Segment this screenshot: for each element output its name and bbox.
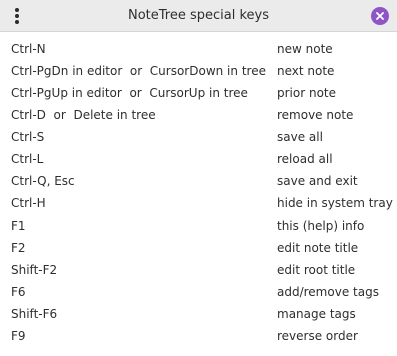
shortcut-action: add/remove tags [277, 284, 379, 299]
title-bar: NoteTree special keys [0, 0, 397, 32]
menu-dot [15, 14, 19, 18]
shortcut-keys: F2 [11, 240, 26, 255]
shortcut-row: Shift-F6 manage tags [0, 304, 397, 326]
shortcut-action: hide in system tray [277, 196, 393, 211]
shortcut-action: next note [277, 64, 335, 79]
shortcut-action: edit note title [277, 240, 359, 255]
shortcut-row: Shift-F2 edit root title [0, 260, 397, 282]
shortcut-row: Ctrl-PgUp in editor or CursorUp in tree p… [0, 83, 397, 105]
shortcut-action: remove note [277, 108, 354, 123]
shortcut-row: Ctrl-N new note [0, 39, 397, 61]
shortcut-row: F2 edit note title [0, 238, 397, 260]
shortcut-keys: Ctrl-H [11, 196, 46, 211]
shortcut-keys: F1 [11, 218, 26, 233]
close-icon[interactable] [371, 7, 389, 25]
menu-dot [15, 8, 19, 12]
shortcut-action: save all [277, 130, 323, 145]
shortcut-row: F6 add/remove tags [0, 282, 397, 304]
shortcut-row: Ctrl-D or Delete in tree remove note [0, 105, 397, 127]
shortcut-row: Ctrl-H hide in system tray [0, 193, 397, 215]
shortcut-action: manage tags [277, 306, 356, 321]
shortcut-keys: F9 [11, 328, 26, 343]
shortcut-keys: Shift-F2 [11, 262, 58, 277]
close-x-glyph [376, 12, 384, 20]
menu-dot [15, 20, 19, 24]
shortcut-action: reverse order [277, 328, 358, 343]
shortcut-row: F9 reverse order [0, 326, 397, 348]
shortcut-keys: Ctrl-S [11, 130, 45, 145]
shortcut-keys: Shift-F6 [11, 306, 58, 321]
shortcut-keys: Ctrl-PgDn in editor or CursorDown in tre… [11, 64, 266, 79]
shortcut-action: edit root title [277, 262, 356, 277]
shortcut-keys: F6 [11, 284, 26, 299]
shortcut-keys: Ctrl-Q, Esc [11, 174, 75, 189]
shortcut-action: new note [277, 42, 333, 56]
special-keys-dialog: NoteTree special keys Ctrl-N new note Ctrl… [0, 0, 397, 356]
shortcut-row: Ctrl-Q, Esc save and exit [0, 171, 397, 193]
shortcut-keys: Ctrl-L [11, 152, 44, 167]
shortcut-action: this (help) info [277, 218, 365, 233]
shortcut-keys: Ctrl-D or Delete in tree [11, 108, 156, 123]
shortcut-keys: Ctrl-N [11, 42, 46, 56]
shortcut-row: Ctrl-L reload all [0, 149, 397, 171]
shortcut-keys: Ctrl-PgUp in editor or CursorUp in tree [11, 86, 248, 101]
shortcut-row: Ctrl-PgDn in editor or CursorDown in tre… [0, 61, 397, 83]
shortcut-action: prior note [277, 86, 337, 101]
shortcut-action: save and exit [277, 174, 358, 189]
shortcut-row: F1 this (help) info [0, 216, 397, 238]
window-title: NoteTree special keys [127, 8, 269, 23]
shortcut-action: reload all [277, 152, 333, 167]
shortcut-list: Ctrl-N new note Ctrl-PgDn in editor or Cur… [0, 39, 397, 348]
shortcut-row: Ctrl-S save all [0, 127, 397, 149]
kebab-menu-icon[interactable] [9, 6, 27, 26]
